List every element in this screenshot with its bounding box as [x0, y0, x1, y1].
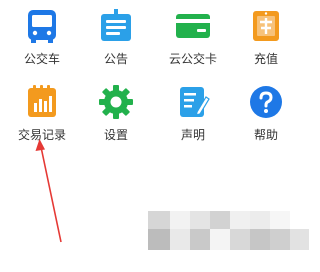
pixelated-mosaic-icon	[148, 211, 309, 250]
